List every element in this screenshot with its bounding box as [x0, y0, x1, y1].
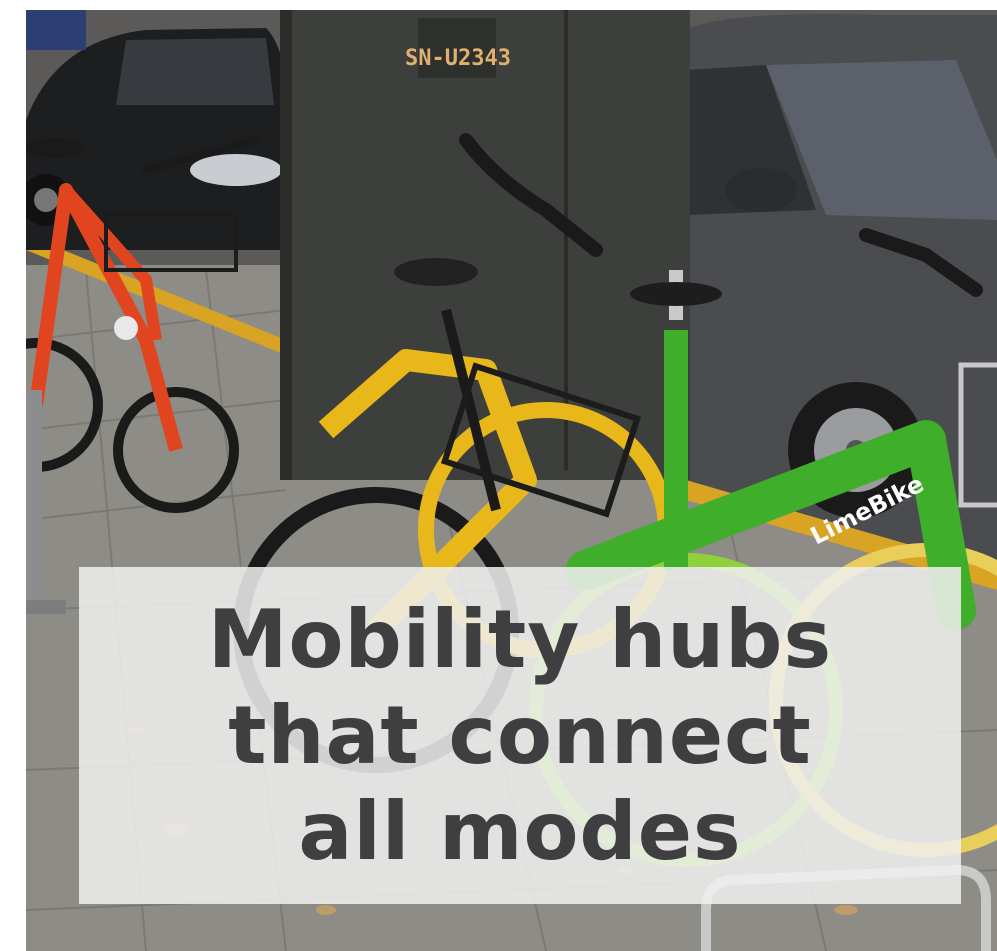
car-headlight — [190, 154, 282, 186]
green-bike-seat — [630, 282, 722, 306]
side-mirror — [725, 168, 797, 212]
caption-line-3: all modes — [298, 784, 742, 878]
bike-rack-post — [26, 390, 42, 605]
cabinet-id-label: SN-U2343 — [405, 46, 511, 71]
red-bike-seat — [26, 138, 84, 158]
blue-car — [26, 10, 86, 50]
yellow-bike-seat — [394, 258, 478, 286]
caption-line-2: that connect — [228, 688, 812, 782]
caption-line-1: Mobility hubs — [207, 592, 833, 686]
caption-overlay: Mobility hubs that connect all modes — [79, 567, 961, 904]
car-windshield — [116, 38, 274, 105]
